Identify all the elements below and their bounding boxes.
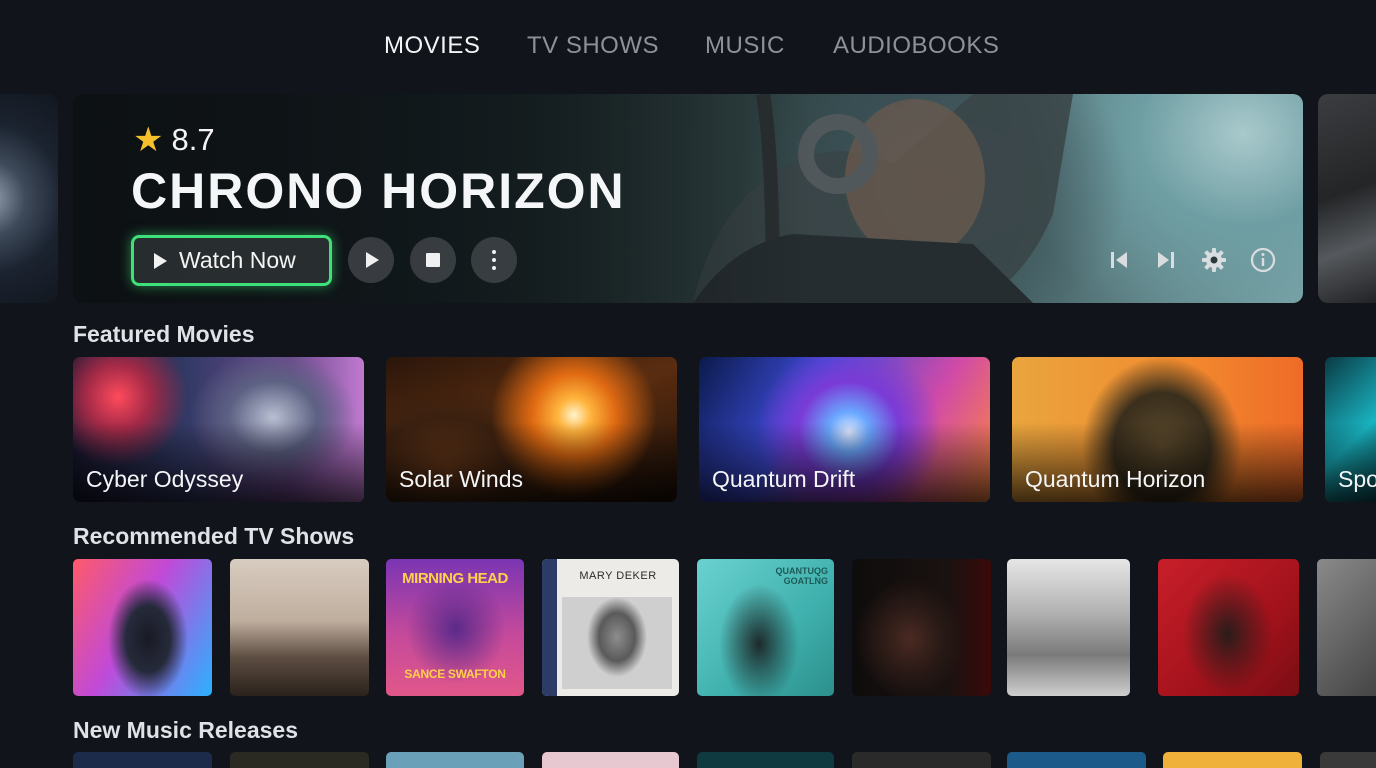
cover-art-text: MIRNING HEAD [402, 570, 508, 587]
tv-show-card[interactable] [1317, 559, 1376, 696]
play-icon [366, 252, 379, 268]
music-card[interactable] [1007, 752, 1146, 768]
section-title-new-music-releases: New Music Releases [73, 717, 299, 743]
gear-icon [1202, 248, 1226, 272]
hero-title: CHRONO HORIZON [131, 163, 626, 219]
more-vertical-icon [492, 250, 496, 270]
tv-show-card[interactable] [852, 559, 991, 696]
hero-banner: ★ 8.7 CHRONO HORIZON Watch Now [73, 94, 1303, 303]
rating: ★ 8.7 [133, 120, 215, 160]
hero-previous-slide[interactable] [0, 94, 58, 303]
tv-show-card[interactable]: MARY DEKER [542, 559, 679, 696]
music-card[interactable] [697, 752, 834, 768]
play-icon [154, 252, 167, 269]
info-icon [1250, 247, 1276, 273]
tab-music[interactable]: MUSIC [705, 26, 785, 66]
skip-next-icon [1158, 252, 1174, 268]
music-card[interactable] [852, 752, 991, 768]
movie-card[interactable]: Solar Winds [386, 357, 677, 502]
more-options-button[interactable] [471, 237, 517, 283]
cover-art-text: MARY DEKER [579, 570, 657, 582]
section-title-recommended-tv-shows: Recommended TV Shows [73, 523, 355, 549]
tab-audiobooks[interactable]: AUDIOBOOKS [833, 26, 999, 66]
movie-card[interactable]: Quantum Horizon [1012, 357, 1303, 502]
stop-icon [426, 253, 440, 267]
movie-card-title: Solar Winds [399, 466, 523, 492]
tv-show-card[interactable]: QUANTUQG GOATLNG [697, 559, 834, 696]
watch-now-label: Watch Now [179, 247, 296, 273]
movie-card-title: Quantum Drift [712, 466, 856, 492]
hero-next-slide[interactable] [1318, 94, 1376, 303]
star-icon: ★ [133, 121, 164, 159]
tv-show-card[interactable] [230, 559, 369, 696]
movie-card[interactable]: Cyber Odyssey [73, 357, 364, 502]
music-card[interactable] [542, 752, 679, 768]
movie-card-title: Cyber Odyssey [86, 466, 244, 492]
cover-art-text: QUANTUQG GOATLNG [775, 566, 829, 586]
settings-button[interactable] [1198, 244, 1230, 276]
top-navigation: MOVIES TV SHOWS MUSIC AUDIOBOOKS [0, 26, 1376, 66]
tv-show-card[interactable] [1158, 559, 1299, 696]
rating-score: 8.7 [171, 122, 215, 157]
movie-card-title: Spo [1338, 466, 1376, 492]
skip-previous-icon [1111, 252, 1127, 268]
info-button[interactable] [1247, 244, 1279, 276]
music-card[interactable] [1320, 752, 1376, 768]
cover-photo [562, 597, 672, 689]
music-card[interactable] [386, 752, 524, 768]
cover-art-text: SANCE SWAFTON [404, 667, 506, 681]
movie-card[interactable]: Quantum Drift [699, 357, 990, 502]
movie-card[interactable]: Spo [1325, 357, 1376, 502]
music-card[interactable] [1163, 752, 1302, 768]
play-button[interactable] [348, 237, 394, 283]
watch-now-button[interactable]: Watch Now [131, 235, 332, 286]
skip-previous-button[interactable] [1103, 244, 1135, 276]
music-card[interactable] [73, 752, 212, 768]
tv-show-card[interactable] [1007, 559, 1130, 696]
movie-card-title: Quantum Horizon [1025, 466, 1206, 492]
tab-movies[interactable]: MOVIES [384, 26, 480, 66]
music-card[interactable] [230, 752, 369, 768]
section-title-featured-movies: Featured Movies [73, 321, 255, 347]
tv-show-card[interactable] [73, 559, 212, 696]
tab-tv-shows[interactable]: TV SHOWS [527, 26, 659, 66]
tv-show-card[interactable]: MIRNING HEAD SANCE SWAFTON [386, 559, 524, 696]
stop-button[interactable] [410, 237, 456, 283]
skip-next-button[interactable] [1150, 244, 1182, 276]
